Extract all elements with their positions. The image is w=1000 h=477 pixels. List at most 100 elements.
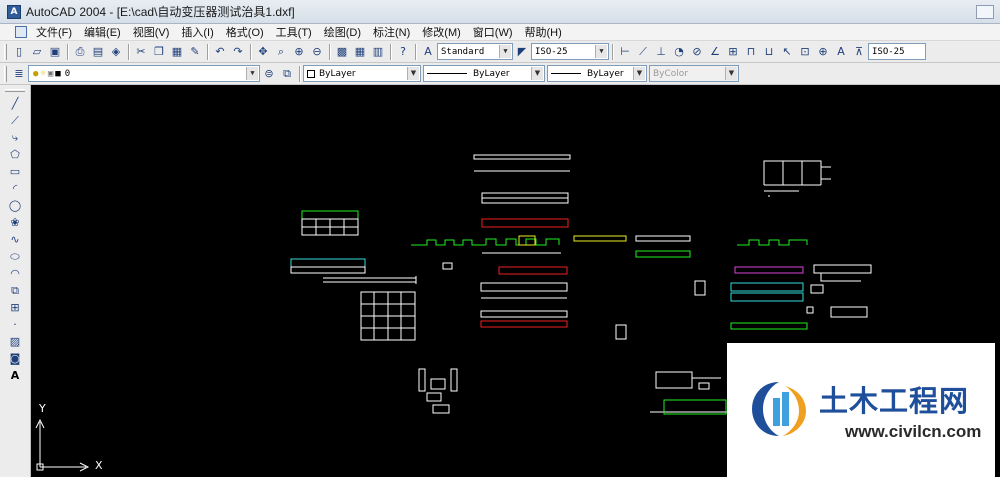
zoom-previous-icon[interactable]: ⊖ — [308, 43, 326, 61]
menu-format[interactable]: 格式(O) — [221, 24, 271, 40]
quick-dimension-icon[interactable]: ⊞ — [724, 43, 742, 61]
text-style-select[interactable]: Standard ▼ — [437, 43, 513, 60]
redo-icon[interactable]: ↷ — [229, 43, 247, 61]
pan-icon[interactable]: ✥ — [254, 43, 272, 61]
print-icon[interactable]: ⎙ — [71, 43, 89, 61]
menu-dimension[interactable]: 标注(N) — [368, 24, 417, 40]
chevron-down-icon[interactable]: ▼ — [246, 67, 258, 80]
menu-edit[interactable]: 编辑(E) — [79, 24, 128, 40]
separator — [299, 65, 300, 82]
match-properties-icon[interactable]: ✎ — [186, 43, 204, 61]
polygon-icon[interactable]: ⬠ — [5, 146, 25, 163]
region-icon[interactable]: ◙ — [5, 350, 25, 367]
watermark-url: www.civilcn.com — [845, 422, 982, 441]
aligned-dimension-icon[interactable]: ⟋ — [634, 43, 652, 61]
menu-help[interactable]: 帮助(H) — [520, 24, 569, 40]
chevron-down-icon[interactable]: ▼ — [531, 67, 543, 80]
dimension-style-value: ISO-25 — [535, 46, 568, 57]
zoom-realtime-icon[interactable]: ⌕ — [272, 43, 290, 61]
line-icon[interactable]: ╱ — [5, 95, 25, 112]
toolbar-grip[interactable] — [5, 89, 25, 92]
tool-palettes-icon[interactable]: ▥ — [369, 43, 387, 61]
baseline-dimension-icon[interactable]: ⊓ — [742, 43, 760, 61]
menu-insert[interactable]: 插入(I) — [176, 24, 220, 40]
dimension-style-select[interactable]: ISO-25 ▼ — [531, 43, 609, 60]
plotstyle-value: ByColor — [653, 68, 688, 79]
chevron-down-icon[interactable]: ▼ — [407, 67, 419, 80]
menu-window[interactable]: 窗口(W) — [468, 24, 520, 40]
toolbar-grip[interactable] — [4, 43, 7, 60]
chevron-down-icon[interactable]: ▼ — [499, 45, 511, 58]
layer-on-bulb-icon: ● — [33, 68, 39, 79]
paste-icon[interactable]: ▦ — [168, 43, 186, 61]
new-file-icon[interactable]: ▯ — [10, 43, 28, 61]
construction-line-icon[interactable]: ⟋ — [5, 112, 25, 129]
menu-view[interactable]: 视图(V) — [128, 24, 177, 40]
dimension-edit-icon[interactable]: A — [832, 43, 850, 61]
rectangle-icon[interactable]: ▭ — [5, 163, 25, 180]
dimension-style-right-value: ISO-25 — [872, 46, 905, 57]
drawing-part — [442, 235, 691, 270]
dimension-style-icon[interactable]: ◤ — [513, 43, 531, 61]
ordinate-dimension-icon[interactable]: ⊥ — [652, 43, 670, 61]
publish-icon[interactable]: ◈ — [107, 43, 125, 61]
tolerance-icon[interactable]: ⊡ — [796, 43, 814, 61]
menu-draw[interactable]: 绘图(D) — [319, 24, 368, 40]
color-control-select[interactable]: ByLayer ▼ — [303, 65, 421, 82]
undo-icon[interactable]: ↶ — [211, 43, 229, 61]
multiline-text-icon[interactable]: A — [5, 367, 25, 384]
leader-icon[interactable]: ↖ — [778, 43, 796, 61]
help-icon[interactable]: ? — [394, 43, 412, 61]
drawing-part — [518, 235, 536, 246]
open-file-icon[interactable]: ▱ — [28, 43, 46, 61]
point-icon[interactable]: · — [5, 316, 25, 333]
design-center-icon[interactable]: ▦ — [351, 43, 369, 61]
arc-icon[interactable]: ◜ — [5, 180, 25, 197]
diameter-dimension-icon[interactable]: ⊘ — [688, 43, 706, 61]
polyline-icon[interactable]: ⤷ — [5, 129, 25, 146]
ellipse-icon[interactable]: ⬭ — [5, 248, 25, 265]
document-icon[interactable] — [15, 26, 27, 38]
menu-file[interactable]: 文件(F) — [31, 24, 79, 40]
linear-dimension-icon[interactable]: ⊢ — [616, 43, 634, 61]
revision-cloud-icon[interactable]: ❀ — [5, 214, 25, 231]
continue-dimension-icon[interactable]: ⊔ — [760, 43, 778, 61]
chevron-down-icon[interactable]: ▼ — [595, 45, 607, 58]
window-control-button[interactable] — [976, 5, 994, 19]
layer-previous-icon[interactable]: ⧉ — [278, 65, 296, 83]
hatch-icon[interactable]: ▨ — [5, 333, 25, 350]
save-icon[interactable]: ▣ — [46, 43, 64, 61]
ellipse-arc-icon[interactable]: ◠ — [5, 265, 25, 282]
plot-preview-icon[interactable]: ▤ — [89, 43, 107, 61]
center-mark-icon[interactable]: ⊕ — [814, 43, 832, 61]
layer-manager-icon[interactable]: ≣ — [10, 65, 28, 83]
ucs-x-label: X — [95, 459, 103, 472]
lineweight-control-select[interactable]: ByLayer ▼ — [547, 65, 647, 82]
make-block-icon[interactable]: ⊞ — [5, 299, 25, 316]
toolbar-grip[interactable] — [4, 65, 7, 82]
linetype-control-select[interactable]: ByLayer ▼ — [423, 65, 545, 82]
properties-icon[interactable]: ▩ — [333, 43, 351, 61]
radius-dimension-icon[interactable]: ◔ — [670, 43, 688, 61]
insert-block-icon[interactable]: ⧉ — [5, 282, 25, 299]
menu-modify[interactable]: 修改(M) — [417, 24, 468, 40]
text-style-icon[interactable]: A — [419, 43, 437, 61]
cut-icon[interactable]: ✂ — [132, 43, 150, 61]
autocad-app-icon[interactable]: A — [7, 4, 21, 19]
menu-tools[interactable]: 工具(T) — [271, 24, 319, 40]
dimension-text-edit-icon[interactable]: ⊼ — [850, 43, 868, 61]
color-swatch — [307, 69, 315, 78]
spline-icon[interactable]: ∿ — [5, 231, 25, 248]
layer-select[interactable]: ● ☼ ▣ ■ 0 ▼ — [28, 65, 260, 82]
dimension-style-select-right[interactable]: ISO-25 — [868, 43, 926, 60]
copy-icon[interactable]: ❐ — [150, 43, 168, 61]
drawing-part — [481, 218, 569, 228]
angular-dimension-icon[interactable]: ∠ — [706, 43, 724, 61]
chevron-down-icon: ▼ — [725, 67, 737, 80]
drawing-part — [813, 264, 872, 282]
chevron-down-icon[interactable]: ▼ — [633, 67, 645, 80]
layer-lock-icon: ▣ — [47, 68, 54, 79]
make-current-layer-icon[interactable]: ⊜ — [260, 65, 278, 83]
zoom-window-icon[interactable]: ⊕ — [290, 43, 308, 61]
circle-icon[interactable]: ◯ — [5, 197, 25, 214]
